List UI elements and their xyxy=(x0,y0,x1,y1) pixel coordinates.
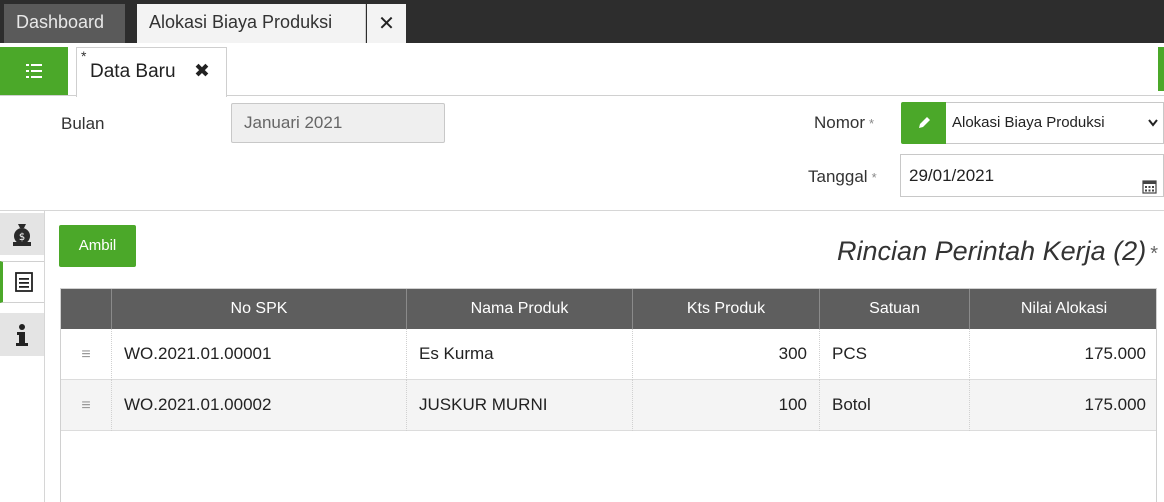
nomor-select-value: Alokasi Biaya Produksi xyxy=(952,114,1105,131)
side-tab-rincian[interactable] xyxy=(0,261,44,303)
required-mark: * xyxy=(869,116,875,131)
side-tab-info[interactable] xyxy=(0,313,44,356)
header-no-spk[interactable]: No SPK xyxy=(111,289,406,329)
menu-button[interactable] xyxy=(0,47,68,95)
list-menu-icon xyxy=(26,64,42,78)
nomor-label: Nomor * xyxy=(814,113,874,133)
cell-no-spk[interactable]: WO.2021.01.00001 xyxy=(111,329,406,380)
cell-kts-produk[interactable]: 100 xyxy=(632,380,819,431)
tab-dashboard[interactable]: Dashboard xyxy=(4,4,125,43)
header-kts-produk[interactable]: Kts Produk xyxy=(632,289,819,329)
table-row[interactable]: ≡ WO.2021.01.00001 Es Kurma 300 PCS 175.… xyxy=(61,329,1156,380)
header-nilai-alokasi[interactable]: Nilai Alokasi xyxy=(969,289,1158,329)
table-row[interactable]: ≡ WO.2021.01.00002 JUSKUR MURNI 100 Boto… xyxy=(61,380,1156,431)
section-divider xyxy=(0,210,1164,211)
cell-nilai-alokasi[interactable]: 175.000 xyxy=(969,329,1158,380)
bulan-field: Januari 2021 xyxy=(231,103,445,143)
tab-data-baru[interactable]: * Data Baru ✖ xyxy=(76,47,227,97)
header-nama-produk[interactable]: Nama Produk xyxy=(406,289,632,329)
unsaved-marker: * xyxy=(81,48,87,64)
required-mark: * xyxy=(1150,243,1158,265)
edit-nomor-button[interactable] xyxy=(901,102,946,144)
document-header: * Data Baru ✖ xyxy=(0,43,1164,97)
drag-handle-icon[interactable]: ≡ xyxy=(61,380,111,431)
close-icon[interactable]: ✖ xyxy=(194,60,210,83)
ambil-button[interactable]: Ambil xyxy=(59,225,136,267)
side-action-button[interactable] xyxy=(1158,47,1164,91)
rincian-table: No SPK Nama Produk Kts Produk Satuan Nil… xyxy=(60,288,1157,502)
close-tab-icon[interactable]: ✕ xyxy=(367,4,406,43)
side-tab-biaya[interactable]: $ xyxy=(0,213,44,255)
side-rail xyxy=(44,211,45,502)
svg-text:$: $ xyxy=(19,232,25,243)
tab-data-baru-label: Data Baru xyxy=(90,61,176,82)
info-icon xyxy=(16,323,28,346)
cell-no-spk[interactable]: WO.2021.01.00002 xyxy=(111,380,406,431)
header-satuan[interactable]: Satuan xyxy=(819,289,969,329)
tanggal-label-text: Tanggal xyxy=(808,167,868,186)
cell-kts-produk[interactable]: 300 xyxy=(632,329,819,380)
section-title-text: Rincian Perintah Kerja (2) xyxy=(837,236,1147,266)
table-header: No SPK Nama Produk Kts Produk Satuan Nil… xyxy=(61,289,1156,329)
document-list-icon xyxy=(14,272,33,292)
tanggal-label: Tanggal * xyxy=(808,167,877,187)
top-tab-bar: Dashboard Alokasi Biaya Produksi ✕ xyxy=(0,0,1164,43)
section-title: Rincian Perintah Kerja (2) * xyxy=(837,236,1158,267)
nomor-label-text: Nomor xyxy=(814,113,866,132)
nomor-select[interactable]: Alokasi Biaya Produksi xyxy=(946,102,1164,144)
tanggal-value: 29/01/2021 xyxy=(909,166,995,185)
cell-satuan[interactable]: Botol xyxy=(819,380,969,431)
cell-nama-produk[interactable]: Es Kurma xyxy=(406,329,632,380)
drag-handle-icon[interactable]: ≡ xyxy=(61,329,111,380)
calendar-icon[interactable] xyxy=(1142,168,1157,209)
chevron-down-icon xyxy=(1147,103,1159,159)
cell-nilai-alokasi[interactable]: 175.000 xyxy=(969,380,1158,431)
money-bag-icon: $ xyxy=(13,224,31,246)
bulan-label: Bulan xyxy=(61,114,105,133)
required-mark: * xyxy=(871,170,877,185)
pencil-icon xyxy=(918,117,930,128)
cell-nama-produk[interactable]: JUSKUR MURNI xyxy=(406,380,632,431)
tanggal-input[interactable]: 29/01/2021 xyxy=(900,154,1164,197)
cell-satuan[interactable]: PCS xyxy=(819,329,969,380)
tab-alokasi-biaya-produksi[interactable]: Alokasi Biaya Produksi xyxy=(137,4,366,43)
header-handle xyxy=(61,289,111,329)
